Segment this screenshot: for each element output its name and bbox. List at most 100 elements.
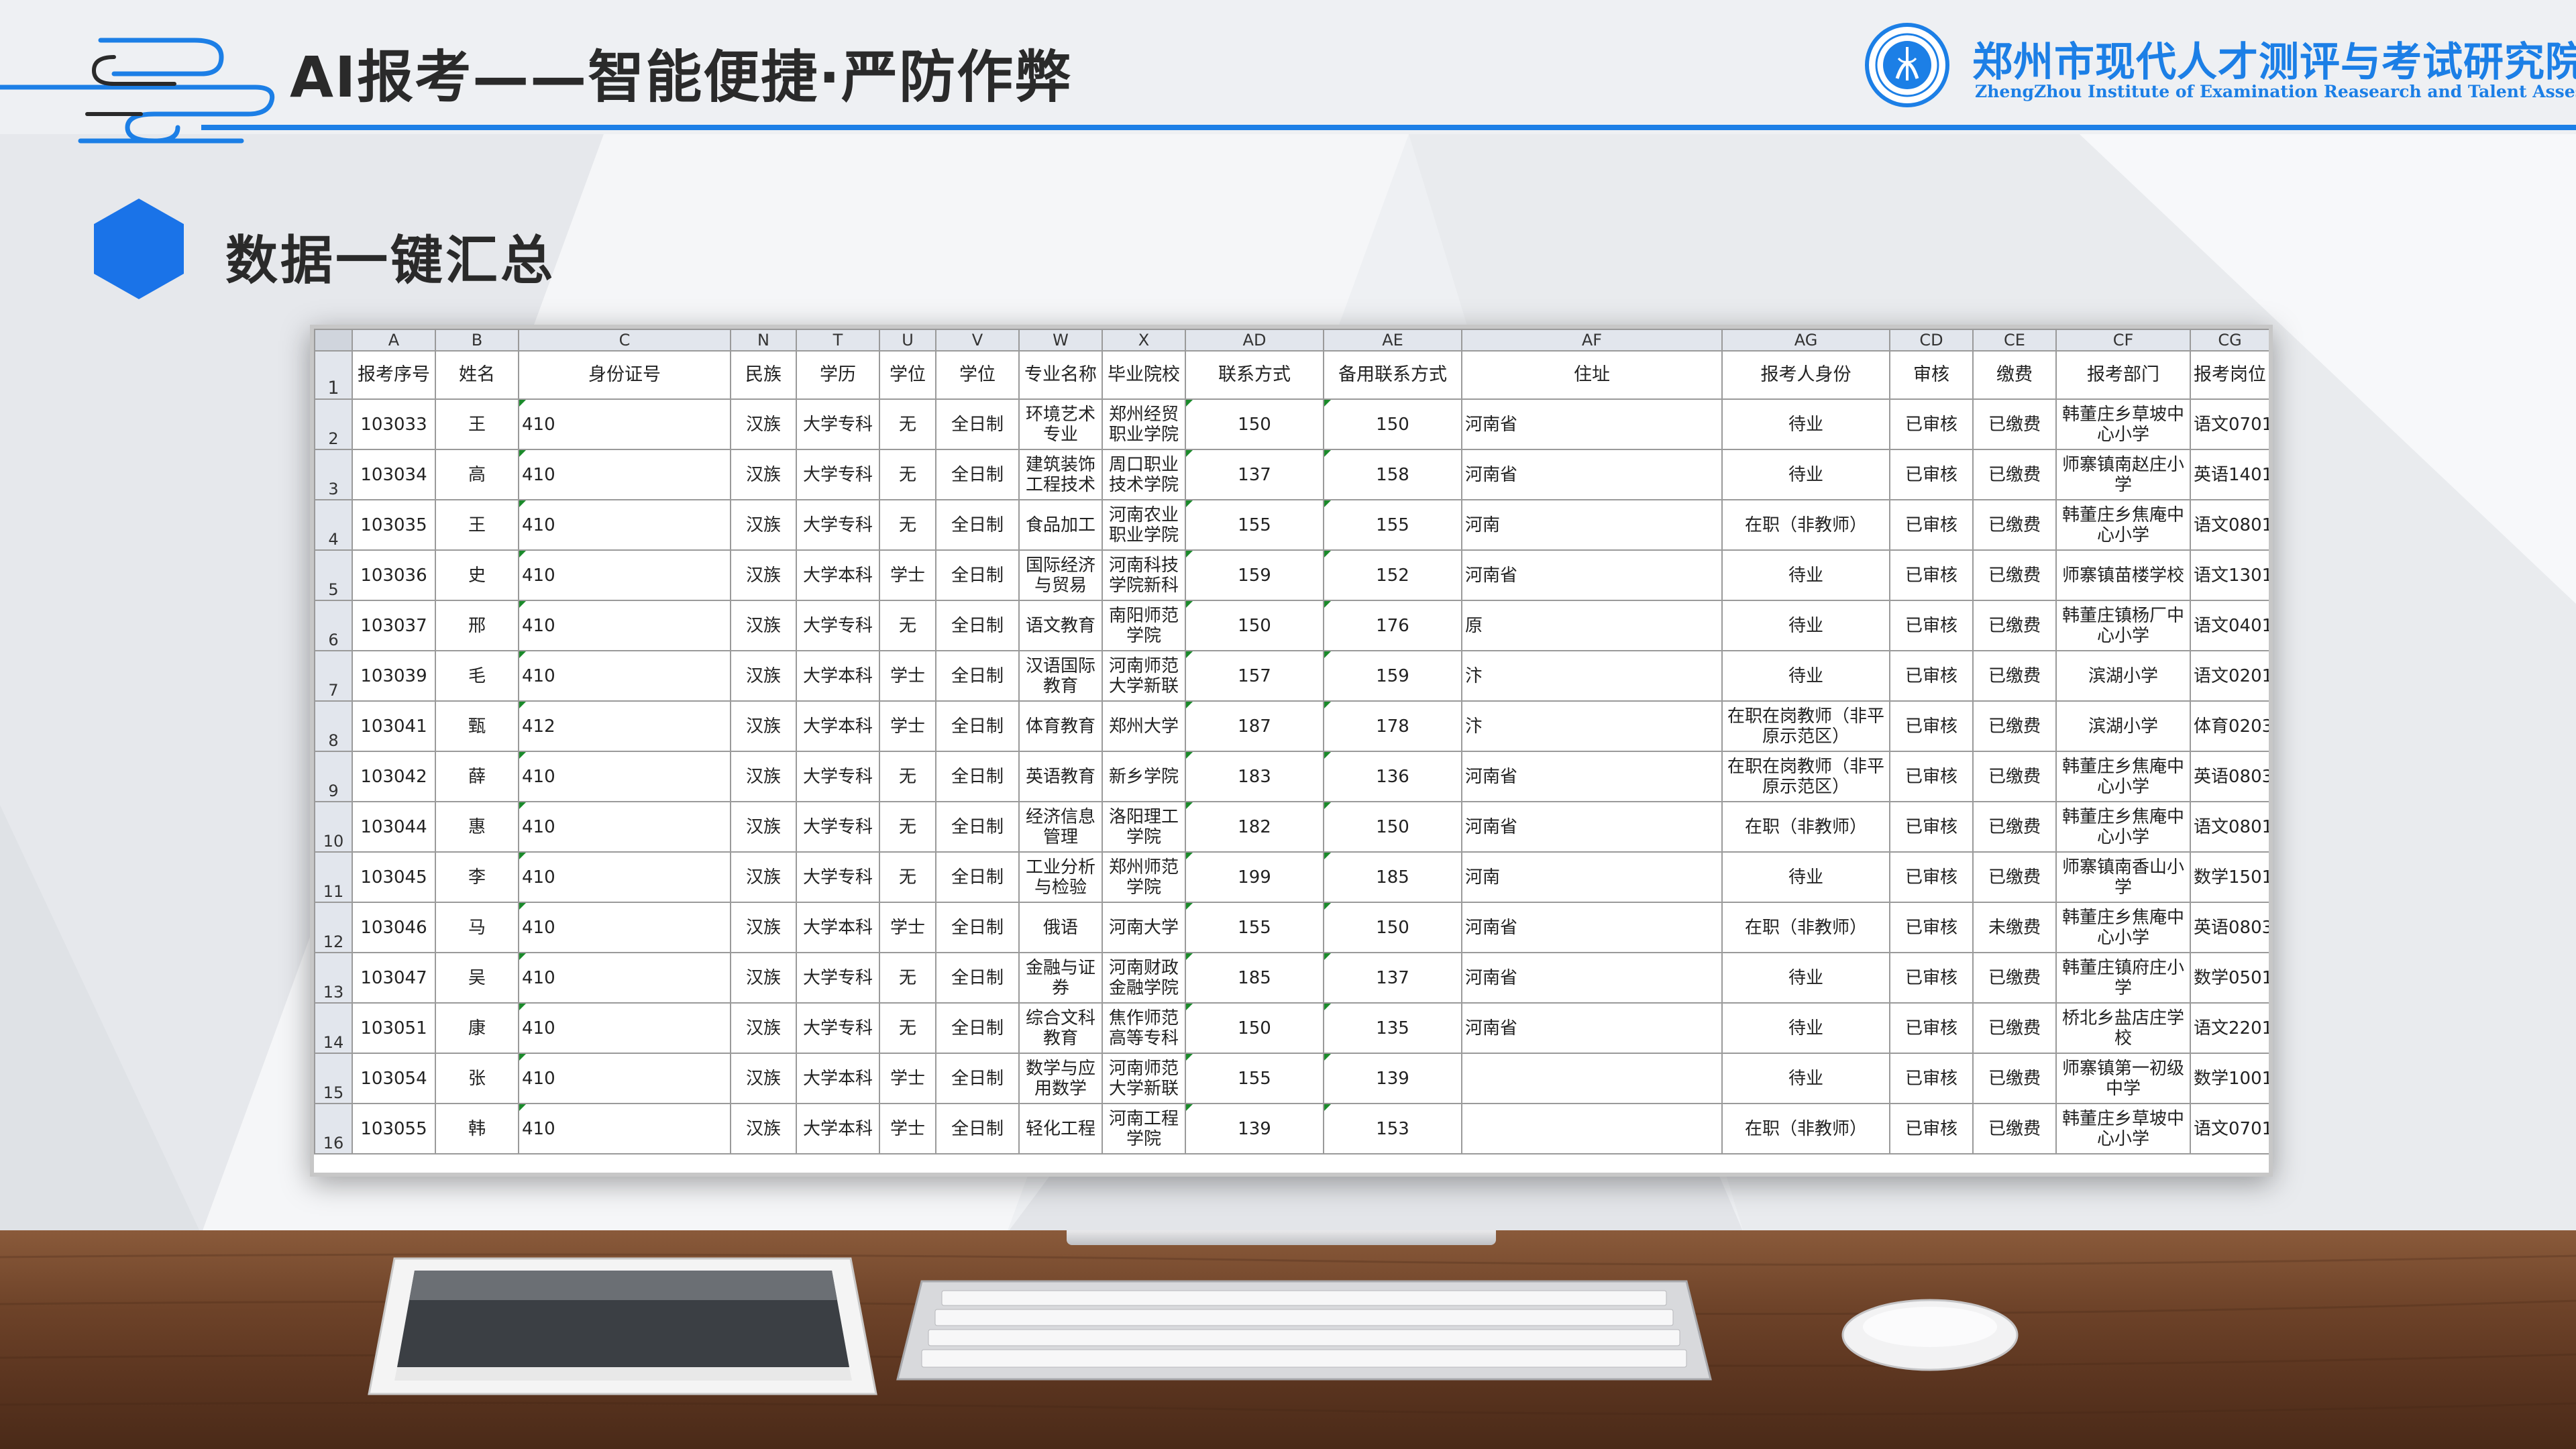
table-cell[interactable]: 已缴费 [1972,449,2057,500]
table-cell[interactable]: 汉族 [730,549,797,601]
table-cell[interactable]: 建筑装饰工程技术 [1018,449,1103,500]
column-header[interactable]: W [1018,329,1103,352]
table-cell[interactable]: 全日制 [935,600,1020,651]
table-cell[interactable]: 410 [518,398,731,450]
field-header-cell[interactable]: 民族 [730,350,797,400]
table-cell[interactable]: 学士 [879,1053,936,1104]
table-cell[interactable]: 已缴费 [1972,499,2057,551]
field-header-cell[interactable]: 学历 [796,350,880,400]
table-cell[interactable]: 惠 [435,801,519,853]
column-header[interactable]: U [879,329,936,352]
table-cell[interactable]: 已审核 [1889,1002,1974,1054]
table-cell[interactable]: 滨湖小学 [2055,700,2191,752]
table-cell[interactable]: 159 [1323,650,1462,702]
column-header[interactable]: CF [2055,329,2191,352]
table-cell[interactable]: 182 [1185,801,1324,853]
table-cell[interactable]: 待业 [1721,1053,1890,1104]
table-cell[interactable]: 工业分析与检验 [1018,851,1103,903]
table-cell[interactable]: 待业 [1721,1002,1890,1054]
table-cell[interactable]: 已审核 [1889,902,1974,953]
column-header[interactable]: AG [1721,329,1890,352]
table-cell[interactable]: 未缴费 [1972,902,2057,953]
table-cell[interactable]: 数学1001 [2190,1053,2269,1104]
row-number[interactable]: 8 [314,700,353,752]
field-header-cell[interactable]: 报考人身份 [1721,350,1890,400]
table-cell[interactable]: 经济信息管理 [1018,801,1103,853]
table-cell[interactable]: 无 [879,398,936,450]
field-header-cell[interactable]: 联系方式 [1185,350,1324,400]
table-cell[interactable]: 155 [1323,499,1462,551]
column-header[interactable]: B [435,329,519,352]
table-cell[interactable]: 韩董庄镇杨厂中心小学 [2055,600,2191,651]
table-cell[interactable]: 136 [1323,751,1462,802]
table-cell[interactable]: 李 [435,851,519,903]
table-cell[interactable]: 大学本科 [796,1053,880,1104]
column-header[interactable]: V [935,329,1020,352]
table-cell[interactable]: 大学专科 [796,751,880,802]
table-cell[interactable]: 103054 [352,1053,436,1104]
row-number[interactable]: 5 [314,549,353,601]
table-cell[interactable]: 103037 [352,600,436,651]
table-cell[interactable]: 韩 [435,1103,519,1155]
table-cell[interactable]: 语文0401 [2190,600,2269,651]
field-header-cell[interactable]: 备用联系方式 [1323,350,1462,400]
table-cell[interactable]: 语文1301 [2190,549,2269,601]
table-cell[interactable]: 原 [1461,600,1723,651]
table-cell[interactable]: 汉族 [730,801,797,853]
table-cell[interactable]: 河南财政金融学院 [1102,952,1186,1004]
table-cell[interactable]: 师寨镇第一初级中学 [2055,1053,2191,1104]
table-cell[interactable]: 语文2201 [2190,1002,2269,1054]
table-cell[interactable]: 139 [1185,1103,1324,1155]
table-cell[interactable]: 410 [518,600,731,651]
table-cell[interactable]: 已缴费 [1972,549,2057,601]
table-cell[interactable]: 已审核 [1889,1103,1974,1155]
table-cell[interactable]: 国际经济与贸易 [1018,549,1103,601]
table-cell[interactable]: 河南师范大学新联 [1102,1053,1186,1104]
table-cell[interactable]: 103033 [352,398,436,450]
table-cell[interactable]: 汉族 [730,499,797,551]
table-cell[interactable]: 金融与证券 [1018,952,1103,1004]
table-cell[interactable]: 103047 [352,952,436,1004]
table-cell[interactable]: 河南省 [1461,952,1723,1004]
table-cell[interactable]: 已审核 [1889,1053,1974,1104]
table-cell[interactable]: 语文0201 [2190,650,2269,702]
table-cell[interactable]: 已审核 [1889,851,1974,903]
table-cell[interactable]: 南阳师范学院 [1102,600,1186,651]
table-cell[interactable]: 185 [1185,952,1324,1004]
table-cell[interactable]: 大学专科 [796,801,880,853]
select-all-corner[interactable] [314,329,353,352]
column-header[interactable]: X [1102,329,1186,352]
table-cell[interactable]: 410 [518,751,731,802]
table-cell[interactable]: 已缴费 [1972,751,2057,802]
table-cell[interactable]: 河南大学 [1102,902,1186,953]
row-number[interactable]: 16 [314,1103,353,1155]
table-cell[interactable]: 郑州师范学院 [1102,851,1186,903]
table-cell[interactable]: 无 [879,449,936,500]
table-cell[interactable]: 在职在岗教师（非平原示范区） [1721,700,1890,752]
table-cell[interactable]: 无 [879,751,936,802]
table-cell[interactable]: 103055 [352,1103,436,1155]
table-cell[interactable]: 韩董庄乡草坡中心小学 [2055,398,2191,450]
table-cell[interactable]: 大学专科 [796,398,880,450]
table-cell[interactable]: 汉族 [730,1002,797,1054]
table-cell[interactable]: 待业 [1721,600,1890,651]
table-cell[interactable]: 已缴费 [1972,700,2057,752]
table-cell[interactable]: 全日制 [935,1002,1020,1054]
table-cell[interactable]: 语文0701 [2190,398,2269,450]
table-cell[interactable]: 学士 [879,1103,936,1155]
table-cell[interactable]: 汉族 [730,600,797,651]
table-cell[interactable]: 薛 [435,751,519,802]
table-cell[interactable]: 410 [518,1002,731,1054]
table-cell[interactable]: 153 [1323,1103,1462,1155]
table-cell[interactable]: 已缴费 [1972,650,2057,702]
table-cell[interactable]: 150 [1185,398,1324,450]
row-number[interactable]: 12 [314,902,353,953]
table-cell[interactable]: 103051 [352,1002,436,1054]
table-cell[interactable]: 韩董庄乡焦庵中心小学 [2055,801,2191,853]
table-cell[interactable]: 综合文科教育 [1018,1002,1103,1054]
table-cell[interactable]: 已审核 [1889,398,1974,450]
table-cell[interactable]: 体育教育 [1018,700,1103,752]
table-cell[interactable]: 洛阳理工学院 [1102,801,1186,853]
table-cell[interactable]: 待业 [1721,650,1890,702]
table-cell[interactable]: 韩董庄乡焦庵中心小学 [2055,499,2191,551]
